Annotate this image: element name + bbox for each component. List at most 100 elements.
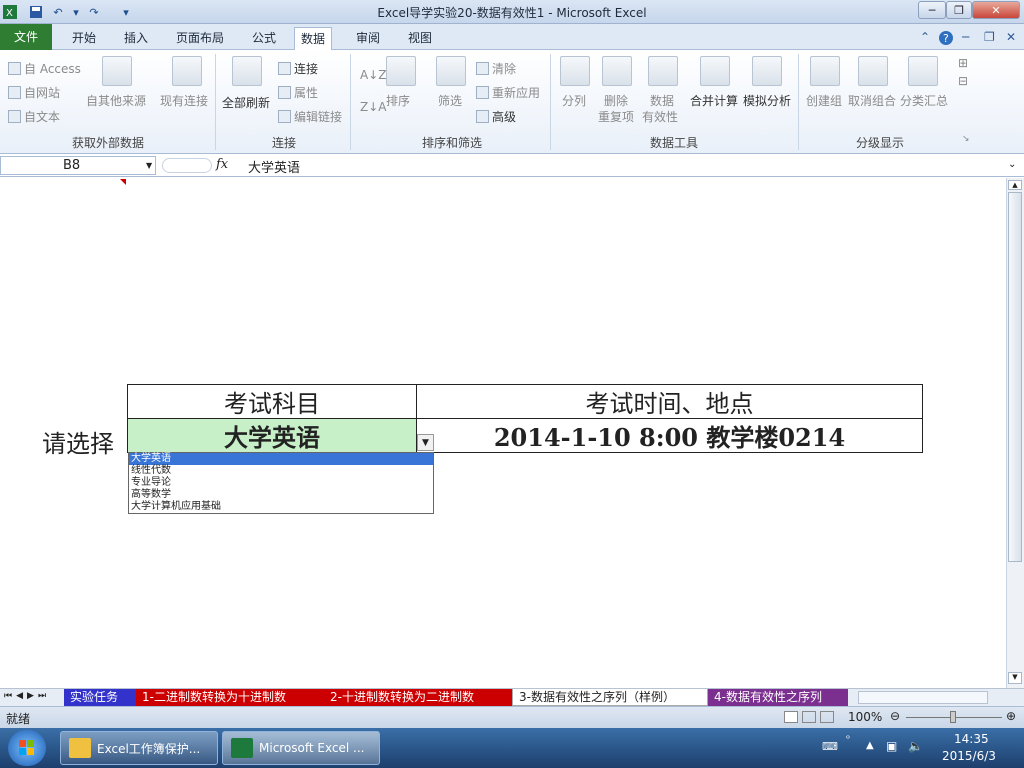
edit-links-button[interactable]: 编辑链接 — [278, 108, 342, 125]
sheet-tab[interactable]: 2-十进制数转换为二进制数 — [324, 689, 512, 706]
dropdown-option[interactable]: 高等数学 — [129, 489, 433, 501]
dialog-launcher-icon[interactable]: ↘ — [962, 134, 970, 144]
consolidate-icon — [700, 56, 730, 86]
group-title-external: 获取外部数据 — [71, 136, 144, 150]
title-bar: X ↶ ▾ ↷ ▾ Excel导学实验20-数据有效性1 - Microsoft… — [0, 0, 1024, 24]
ungroup-icon — [858, 56, 888, 86]
clock-time[interactable]: 14:35 — [954, 732, 989, 746]
tab-file[interactable]: 文件 — [0, 24, 52, 50]
zoom-out-icon[interactable]: ⊖ — [890, 709, 900, 723]
doc-close-icon[interactable]: ✕ — [1006, 30, 1016, 44]
dropdown-arrow-icon[interactable]: ▼ — [417, 434, 434, 451]
zoom-slider-thumb[interactable] — [950, 711, 956, 723]
tab-nav-icons[interactable]: ⏮◀▶⏭ — [4, 691, 50, 701]
taskbar-item-folder[interactable]: Excel工作簿保护... — [60, 731, 218, 765]
subtotal-button[interactable]: 分类汇总 — [900, 92, 948, 109]
maximize-button[interactable]: ❐ — [946, 1, 972, 19]
volume-icon[interactable]: 🔈 — [908, 739, 923, 753]
normal-view-icon[interactable] — [784, 711, 798, 723]
text-to-columns-button[interactable]: 分列 — [562, 92, 586, 109]
ribbon: 自 Access 自网站 自文本 自其他来源 现有连接 获取外部数据 全部刷新 … — [0, 50, 1024, 154]
sheet-tab-active[interactable]: 3-数据有效性之序列（样例） — [512, 689, 708, 706]
scroll-down-icon[interactable]: ▼ — [1008, 672, 1022, 684]
help-icon[interactable]: ? — [938, 30, 954, 49]
header-subject-cell[interactable]: 考试科目 — [127, 384, 417, 419]
zoom-level[interactable]: 100% — [848, 710, 882, 724]
dropdown-option[interactable]: 线性代数 — [129, 465, 433, 477]
dropdown-option[interactable]: 专业导论 — [129, 477, 433, 489]
ribbon-tab-row: 文件 开始 插入 页面布局 公式 数据 审阅 视图 ⌃ ? ─ ❐ ✕ — [0, 24, 1024, 50]
filter-button[interactable]: 筛选 — [438, 92, 462, 109]
tab-formulas[interactable]: 公式 — [246, 27, 282, 50]
from-web-button[interactable]: 自网站 — [8, 84, 60, 101]
expand-formula-icon[interactable]: ⌄ — [1008, 159, 1016, 170]
vertical-scrollbar[interactable]: ▲ ▼ — [1006, 178, 1024, 688]
tab-review[interactable]: 审阅 — [350, 27, 386, 50]
connections-button[interactable]: 连接 — [278, 60, 318, 77]
dropdown-option[interactable]: 大学计算机应用基础 — [129, 501, 433, 513]
ungroup-button[interactable]: 取消组合 — [848, 92, 896, 109]
group-button[interactable]: 创建组 — [806, 92, 842, 109]
language-icon[interactable]: ᵒ — [846, 734, 850, 745]
subject-select-cell[interactable]: 大学英语 — [127, 418, 417, 453]
sort-button[interactable]: 排序 — [386, 92, 410, 109]
name-box[interactable]: B8 — [0, 156, 156, 175]
horizontal-scrollbar[interactable] — [858, 691, 988, 704]
keyboard-icon[interactable]: ⌨ — [822, 740, 838, 753]
doc-restore-icon[interactable]: ❐ — [984, 30, 995, 44]
page-layout-view-icon[interactable] — [802, 711, 816, 723]
validation-dropdown-list[interactable]: 大学英语 线性代数 专业导论 高等数学 大学计算机应用基础 — [128, 452, 434, 514]
remove-duplicates-button[interactable]: 删除 — [604, 92, 628, 109]
scroll-up-icon[interactable]: ▲ — [1008, 180, 1022, 190]
time-place-cell[interactable]: 2014-1-10 8:00 教学楼0214 — [416, 418, 923, 453]
tab-home[interactable]: 开始 — [66, 27, 102, 50]
other-sources-button[interactable]: 自其他来源 — [86, 92, 146, 109]
clock-date[interactable]: 2015/6/3 — [942, 749, 996, 763]
links-icon — [278, 110, 291, 123]
what-if-icon — [752, 56, 782, 86]
show-hidden-icons[interactable]: ▲ — [866, 740, 874, 751]
prompt-label: 请选择 — [42, 430, 114, 458]
clear-button[interactable]: 清除 — [476, 60, 516, 77]
refresh-all-button[interactable]: 全部刷新 — [222, 94, 270, 111]
page-break-view-icon[interactable] — [820, 711, 834, 723]
start-button[interactable] — [8, 730, 46, 766]
collapse-ribbon-icon[interactable]: ⌃ — [920, 30, 930, 44]
close-button[interactable]: ✕ — [972, 1, 1020, 19]
tab-page-layout[interactable]: 页面布局 — [170, 27, 230, 50]
sheet-tab[interactable]: 实验任务 — [64, 689, 136, 706]
comment-indicator — [120, 179, 126, 185]
from-access-button[interactable]: 自 Access — [8, 60, 81, 77]
existing-connections-icon — [172, 56, 202, 86]
formula-bar-resize[interactable] — [162, 158, 212, 173]
what-if-button[interactable]: 模拟分析 — [743, 92, 791, 109]
network-icon[interactable]: ▣ — [886, 739, 897, 753]
show-detail-icon[interactable]: ⊞ — [958, 56, 968, 70]
tab-insert[interactable]: 插入 — [118, 27, 154, 50]
reapply-button[interactable]: 重新应用 — [476, 84, 540, 101]
header-time-cell[interactable]: 考试时间、地点 — [416, 384, 923, 419]
minimize-button[interactable]: ─ — [918, 1, 946, 19]
formula-input[interactable]: 大学英语 — [248, 157, 300, 176]
zoom-in-icon[interactable]: ⊕ — [1006, 709, 1016, 723]
insert-function-icon[interactable]: fx — [216, 157, 228, 172]
tab-data[interactable]: 数据 — [294, 27, 333, 50]
sheet-tab[interactable]: 4-数据有效性之序列 — [708, 689, 848, 706]
hide-detail-icon[interactable]: ⊟ — [958, 74, 968, 88]
sheet-tab[interactable]: 1-二进制数转换为十进制数 — [136, 689, 324, 706]
properties-button[interactable]: 属性 — [278, 84, 318, 101]
consolidate-button[interactable]: 合并计算 — [690, 92, 738, 109]
tab-view[interactable]: 视图 — [402, 27, 438, 50]
taskbar-item-excel[interactable]: Microsoft Excel ... — [222, 731, 380, 765]
existing-connections-button[interactable]: 现有连接 — [160, 92, 208, 109]
sort-desc-icon[interactable]: Z↓A — [360, 100, 386, 114]
from-text-button[interactable]: 自文本 — [8, 108, 60, 125]
data-validation-button[interactable]: 数据 — [650, 92, 674, 109]
dropdown-option[interactable]: 大学英语 — [129, 453, 433, 465]
scroll-thumb[interactable] — [1008, 192, 1022, 562]
web-icon — [8, 86, 21, 99]
doc-minimize-icon[interactable]: ─ — [962, 30, 969, 44]
sort-asc-icon[interactable]: A↓Z — [360, 68, 386, 82]
advanced-button[interactable]: 高级 — [476, 108, 516, 125]
name-box-dropdown-icon[interactable]: ▼ — [146, 161, 152, 170]
